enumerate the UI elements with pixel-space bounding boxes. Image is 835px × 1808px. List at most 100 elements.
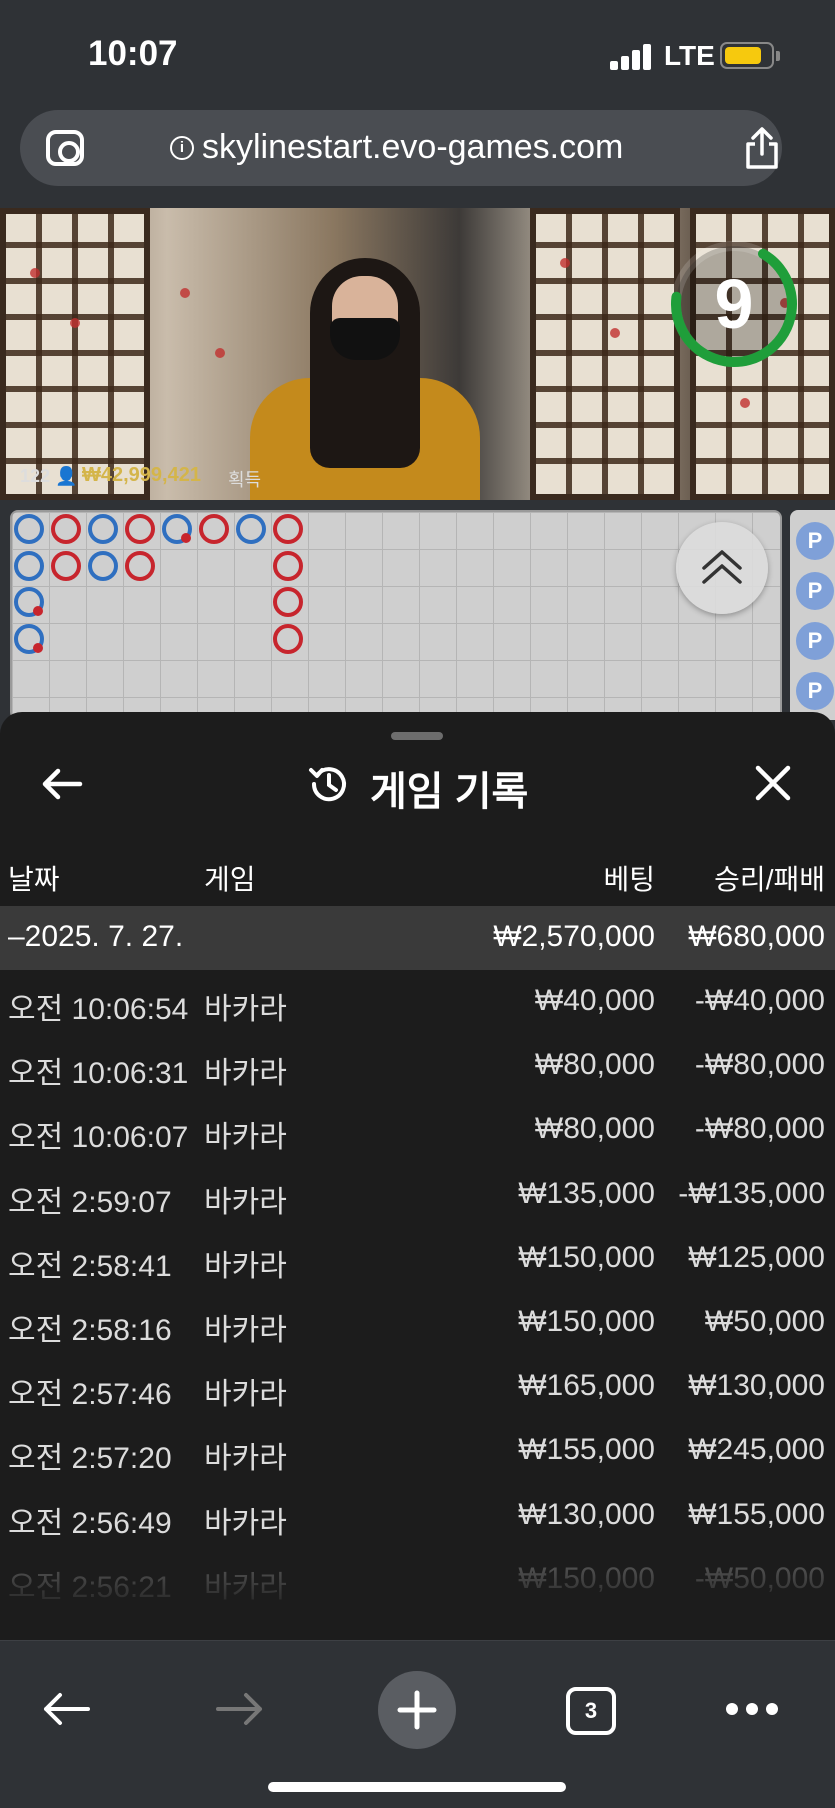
history-game: 바카라	[204, 1057, 287, 1091]
player-win-bead	[88, 550, 118, 581]
more-options-icon[interactable]	[726, 1703, 778, 1717]
status-bar: 10:07 LTE	[0, 0, 835, 100]
history-bet: ₩135,000	[518, 1176, 655, 1210]
battery-icon	[720, 42, 774, 69]
column-header-game: 게임	[204, 864, 256, 895]
history-row[interactable]: 오전 10:06:54 바카라 ₩40,000 -₩40,000	[0, 970, 835, 1034]
history-time: 오전 10:06:07	[8, 1121, 189, 1155]
history-winloss: ₩130,000	[688, 1369, 825, 1403]
cellular-signal-icon	[610, 44, 652, 70]
column-header-date: 날짜	[8, 864, 60, 895]
banker-win-bead	[51, 550, 81, 581]
history-game: 바카라	[204, 1249, 287, 1283]
lattice-window	[0, 208, 150, 500]
win-label: 획득	[228, 470, 262, 490]
network-type: LTE	[664, 40, 715, 71]
history-winloss: ₩50,000	[704, 1305, 825, 1338]
history-game: 바카라	[204, 1378, 287, 1412]
history-icon	[309, 767, 346, 802]
history-game: 바카라	[204, 1121, 287, 1155]
history-bet: ₩150,000	[518, 1305, 655, 1338]
history-bet: ₩155,000	[518, 1433, 655, 1467]
history-game: 바카라	[204, 993, 287, 1026]
url-display[interactable]: i skylinestart.evo-games.com	[170, 128, 623, 167]
date-group-bet-total: ₩2,570,000	[493, 920, 655, 953]
status-time: 10:07	[88, 34, 178, 73]
history-row[interactable]: 오전 2:58:41 바카라 ₩150,000 ₩125,000	[0, 1227, 835, 1291]
history-time: 오전 2:56:49	[8, 1506, 172, 1540]
address-bar[interactable]: i skylinestart.evo-games.com	[20, 110, 782, 186]
banker-win-bead	[125, 550, 155, 581]
history-bet: ₩165,000	[518, 1369, 655, 1403]
player-win-bead	[88, 514, 118, 544]
browser-forward-icon[interactable]	[214, 1689, 266, 1729]
history-row[interactable]: 오전 2:57:46 바카라 ₩165,000 ₩130,000	[0, 1355, 835, 1419]
info-icon[interactable]: i	[170, 135, 194, 160]
banker-win-bead	[125, 514, 155, 544]
player-bead: P	[796, 622, 834, 660]
browser-back-icon[interactable]	[40, 1689, 92, 1729]
dealer-figure	[250, 248, 480, 500]
player-count: 122 👤	[20, 466, 78, 486]
banker-win-bead	[273, 623, 303, 654]
history-bet: ₩150,000	[518, 1240, 655, 1274]
banker-win-bead	[273, 587, 303, 617]
history-winloss: -₩80,000	[694, 1112, 825, 1146]
player-bead: P	[796, 672, 834, 710]
home-indicator[interactable]	[268, 1782, 566, 1792]
history-time: 오전 2:59:07	[8, 1185, 172, 1219]
total-win-amount: ₩42,999,421	[82, 464, 201, 486]
history-game: 바카라	[204, 1314, 287, 1347]
history-time: 오전 2:57:46	[8, 1378, 172, 1412]
new-tab-button[interactable]	[378, 1671, 456, 1749]
history-time: 오전 2:58:16	[8, 1314, 172, 1347]
collapse-scoreboard-button[interactable]	[676, 522, 768, 614]
player-win-bead	[236, 514, 266, 544]
history-bet: ₩80,000	[534, 1112, 655, 1146]
history-row[interactable]: 오전 10:06:31 바카라 ₩80,000 -₩80,000	[0, 1034, 835, 1098]
big-road-scoreboard[interactable]	[10, 510, 782, 720]
date-group-row[interactable]: –2025. 7. 27. ₩2,570,000 ₩680,000	[0, 906, 835, 970]
share-icon[interactable]	[742, 126, 782, 170]
history-bet: ₩80,000	[534, 1048, 655, 1082]
double-chevron-up-icon	[702, 550, 742, 584]
close-icon[interactable]	[754, 764, 792, 802]
date-group-date: –2025. 7. 27.	[8, 920, 184, 953]
history-game: 바카라	[204, 1185, 287, 1219]
sheet-grabber[interactable]	[391, 732, 443, 740]
tabs-button[interactable]: 3	[566, 1687, 616, 1735]
lens-icon[interactable]	[46, 130, 84, 166]
url-text: skylinestart.evo-games.com	[202, 128, 624, 166]
back-arrow-icon[interactable]	[38, 764, 86, 804]
game-history-sheet: 게임 기록 날짜 게임 베팅 승리/패배 –2025. 7. 27. ₩2,57…	[0, 712, 835, 1642]
sheet-title: 게임 기록	[370, 770, 529, 814]
history-bet: ₩40,000	[534, 984, 655, 1017]
player-bead: P	[796, 522, 834, 560]
history-winloss: ₩125,000	[688, 1240, 825, 1274]
history-winloss: ₩245,000	[688, 1433, 825, 1467]
player-win-bead	[14, 623, 44, 654]
banker-win-bead	[273, 550, 303, 581]
player-win-bead	[162, 514, 192, 544]
column-header-winloss: 승리/패배	[714, 864, 825, 895]
history-game: 바카라	[204, 1506, 287, 1540]
countdown-number: 9	[714, 265, 754, 343]
column-header-bet: 베팅	[603, 864, 655, 895]
history-bet: ₩130,000	[518, 1497, 655, 1531]
player-win-bead	[14, 550, 44, 581]
history-row[interactable]: 오전 2:59:07 바카라 ₩135,000 -₩135,000	[0, 1163, 835, 1227]
history-game: 바카라	[204, 1442, 287, 1476]
player-win-bead	[14, 587, 44, 617]
history-winloss: -₩40,000	[694, 984, 825, 1017]
history-time: 오전 2:57:20	[8, 1442, 172, 1476]
banker-win-bead	[199, 514, 229, 544]
history-row[interactable]: 오전 2:58:16 바카라 ₩150,000 ₩50,000	[0, 1291, 835, 1355]
history-row[interactable]: 오전 10:06:07 바카라 ₩80,000 -₩80,000	[0, 1098, 835, 1162]
history-winloss: -₩135,000	[678, 1176, 825, 1210]
banker-win-bead	[273, 514, 303, 544]
plus-icon	[397, 1690, 437, 1730]
history-row[interactable]: 오전 2:57:20 바카라 ₩155,000 ₩245,000	[0, 1419, 835, 1483]
history-row[interactable]: 오전 2:56:49 바카라 ₩130,000 ₩155,000	[0, 1484, 835, 1548]
banker-win-bead	[51, 514, 81, 544]
player-bead: P	[796, 572, 834, 610]
